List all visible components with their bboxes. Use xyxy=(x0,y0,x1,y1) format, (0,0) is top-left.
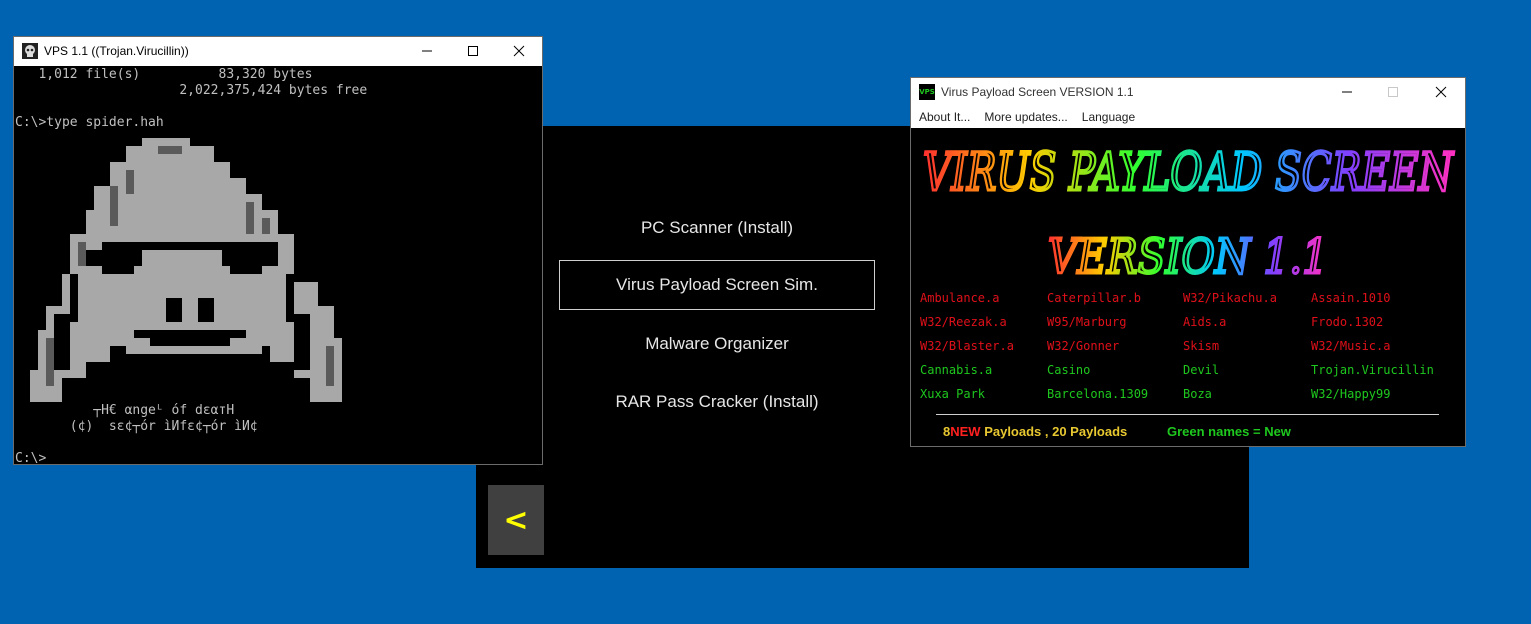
payload-item[interactable]: W32/Blaster.a xyxy=(920,339,1014,353)
payload-item[interactable]: Skism xyxy=(1183,339,1219,353)
vps-titlebar[interactable]: VPS Virus Payload Screen VERSION 1.1 xyxy=(911,78,1465,106)
green-names-legend: Green names = New xyxy=(1167,424,1291,439)
close-button[interactable] xyxy=(1418,78,1464,106)
maximize-icon xyxy=(468,46,478,56)
payload-item[interactable]: Cannabis.a xyxy=(920,363,992,377)
close-icon xyxy=(513,45,525,57)
console-credits-line: ┬H€ αngeᴸ óf dεαтH xyxy=(15,403,235,418)
minimize-icon xyxy=(422,50,432,52)
maximize-button[interactable] xyxy=(450,37,496,65)
minimize-button[interactable] xyxy=(1324,78,1370,106)
maximize-icon xyxy=(1388,87,1398,97)
payload-item[interactable]: Assain.1010 xyxy=(1311,291,1390,305)
new-word: NEW xyxy=(950,424,981,439)
vps-title: Virus Payload Screen VERSION 1.1 xyxy=(941,85,1134,99)
vps-menubar: About It... More updates... Language xyxy=(911,106,1465,128)
console-screen[interactable]: 1,012 file(s) 83,320 bytes 2,022,375,424… xyxy=(14,66,542,464)
logo-line-1: VIRUS PAYLOAD SCREEN xyxy=(923,143,1454,203)
rar-pass-cracker-button[interactable]: RAR Pass Cracker (Install) xyxy=(559,377,875,427)
payload-item[interactable]: W32/Pikachu.a xyxy=(1183,291,1277,305)
payload-item[interactable]: Xuxa Park xyxy=(920,387,985,401)
minimize-icon xyxy=(1342,91,1352,93)
malware-organizer-button[interactable]: Malware Organizer xyxy=(559,319,875,369)
console-titlebar[interactable]: VPS 1.1 ((Trojan.Virucillin)) xyxy=(14,37,542,65)
payload-item[interactable]: Caterpillar.b xyxy=(1047,291,1141,305)
minimize-button[interactable] xyxy=(404,37,450,65)
maximize-button xyxy=(1370,78,1416,106)
payload-item[interactable]: Casino xyxy=(1047,363,1090,377)
payload-item[interactable]: W32/Reezak.a xyxy=(920,315,1007,329)
close-button[interactable] xyxy=(496,37,542,65)
back-button[interactable]: < xyxy=(488,485,544,555)
console-prompt: C:\> xyxy=(15,451,47,464)
vps-footer: 8NEW Payloads , 20 Payloads xyxy=(943,424,1127,439)
virus-payload-screen-button[interactable]: Virus Payload Screen Sim. xyxy=(559,260,875,310)
payload-count-text: Payloads , 20 Payloads xyxy=(980,424,1128,439)
vps-body: VIRUS PAYLOAD SCREEN VERSION 1.1 Ambulan… xyxy=(911,128,1465,446)
console-files-line: 1,012 file(s) 83,320 bytes xyxy=(15,67,313,82)
payload-item[interactable]: W32/Music.a xyxy=(1311,339,1390,353)
payload-item[interactable]: Trojan.Virucillin xyxy=(1311,363,1434,377)
skull-app-icon xyxy=(22,43,38,59)
console-window: VPS 1.1 ((Trojan.Virucillin)) 1,012 file… xyxy=(13,36,543,465)
payload-item[interactable]: W95/Marburg xyxy=(1047,315,1126,329)
payload-item[interactable]: W32/Happy99 xyxy=(1311,387,1390,401)
menu-more-updates[interactable]: More updates... xyxy=(984,110,1067,124)
vps-icon-label: VPS xyxy=(919,88,935,96)
vps-app-icon: VPS xyxy=(919,84,935,100)
close-icon xyxy=(1435,86,1447,98)
payload-item[interactable]: W32/Gonner xyxy=(1047,339,1119,353)
menu-language[interactable]: Language xyxy=(1082,110,1135,124)
menu-about[interactable]: About It... xyxy=(919,110,970,124)
payload-item[interactable]: Frodo.1302 xyxy=(1311,315,1383,329)
console-title: VPS 1.1 ((Trojan.Virucillin)) xyxy=(44,44,189,58)
vps-logo: VIRUS PAYLOAD SCREEN VERSION 1.1 xyxy=(922,142,1456,287)
payload-item[interactable]: Boza xyxy=(1183,387,1212,401)
payload-item[interactable]: Devil xyxy=(1183,363,1219,377)
console-command-line: C:\>type spider.hah xyxy=(15,115,164,130)
payload-item[interactable]: Ambulance.a xyxy=(920,291,999,305)
payload-item[interactable]: Barcelona.1309 xyxy=(1047,387,1148,401)
vps-window: VPS Virus Payload Screen VERSION 1.1 Abo… xyxy=(910,77,1466,447)
console-free-line: 2,022,375,424 bytes free xyxy=(15,83,368,98)
payload-item[interactable]: Aids.a xyxy=(1183,315,1226,329)
console-credits-line: (¢) sε¢┬ór ìИfε¢┬ór ìИ¢ xyxy=(15,419,258,434)
pc-scanner-button[interactable]: PC Scanner (Install) xyxy=(559,203,875,253)
logo-line-2: VERSION 1.1 xyxy=(1048,229,1328,285)
divider xyxy=(936,414,1439,415)
